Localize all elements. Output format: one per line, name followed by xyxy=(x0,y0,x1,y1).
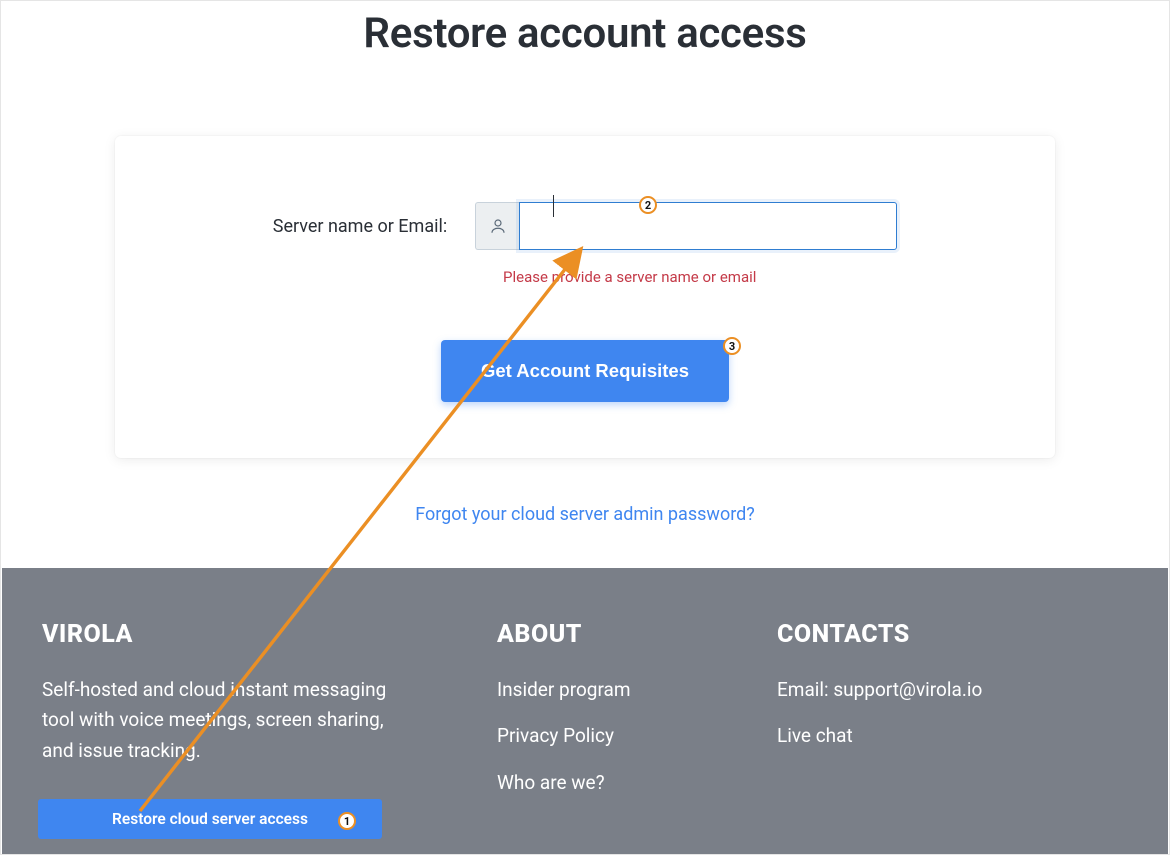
footer-about-heading: ABOUT xyxy=(497,620,777,649)
forgot-password-link[interactable]: Forgot your cloud server admin password? xyxy=(1,504,1169,525)
server-email-label: Server name or Email: xyxy=(273,216,447,237)
get-account-requisites-button[interactable]: Get Account Requisites xyxy=(441,340,729,402)
footer-live-chat-link[interactable]: Live chat xyxy=(777,721,1038,751)
user-icon xyxy=(475,202,519,250)
footer-contacts-heading: CONTACTS xyxy=(777,620,1038,649)
server-email-row: Server name or Email: xyxy=(225,202,945,250)
footer-link-who[interactable]: Who are we? xyxy=(497,768,777,798)
footer-contact-email: Email: support@virola.io xyxy=(777,675,1038,705)
footer: VIROLA Self-hosted and cloud instant mes… xyxy=(2,568,1168,854)
footer-tagline: Self-hosted and cloud instant messaging … xyxy=(42,675,402,766)
page-title: Restore account access xyxy=(1,9,1169,58)
footer-link-insider[interactable]: Insider program xyxy=(497,675,777,705)
restore-form-card: Server name or Email: Please provide a s… xyxy=(115,136,1055,458)
restore-cloud-server-access-label: Restore cloud server access xyxy=(112,810,308,828)
restore-cloud-server-access-button[interactable]: Restore cloud server access xyxy=(38,799,382,839)
server-email-error: Please provide a server name or email xyxy=(503,268,945,286)
server-email-input[interactable] xyxy=(519,202,897,250)
footer-link-privacy[interactable]: Privacy Policy xyxy=(497,721,777,751)
footer-brand: VIROLA xyxy=(42,620,497,649)
server-email-input-group xyxy=(475,202,897,250)
